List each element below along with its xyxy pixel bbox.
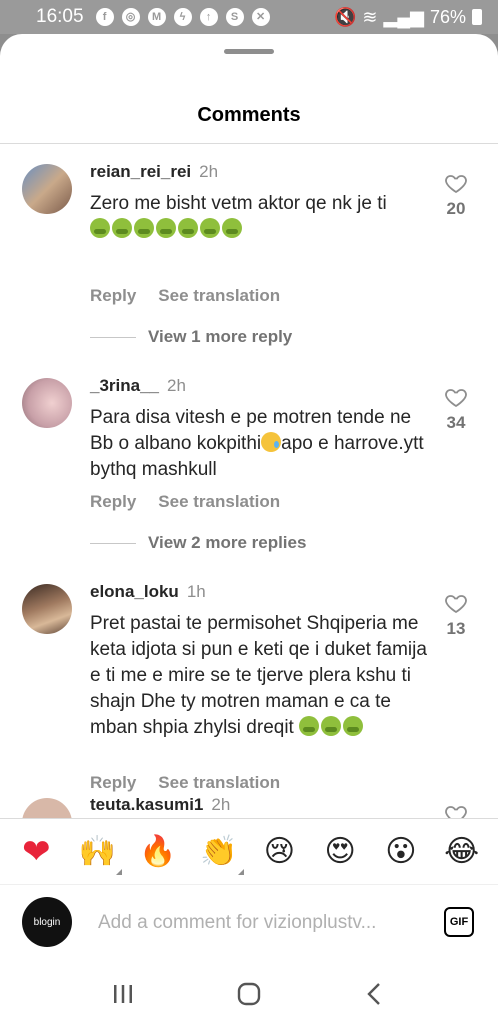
gif-icon: GIF [449,916,469,928]
back-button[interactable] [355,974,395,1014]
heart-icon[interactable] [444,802,468,818]
my-avatar[interactable]: blogin [22,897,72,947]
reply-button[interactable]: Reply [90,492,136,512]
view-replies-label: View 1 more reply [148,327,293,346]
view-replies-button[interactable]: View 1 more reply [90,327,292,347]
clapping-hands-reaction[interactable]: 👏 [199,833,244,875]
battery-icon [472,9,482,25]
fire-icon: 🔥 [139,834,177,869]
heart-eyes-icon: 😍 [324,834,356,869]
signal-icon: ▂▄▆ [383,6,424,27]
gmail-icon: M [147,8,166,26]
vomiting-face-icon [222,218,242,238]
see-translation-button[interactable]: See translation [158,286,280,306]
comment-time: 2h [167,376,186,395]
skin-tone-indicator [237,868,244,875]
mute-icon: 🔇 [334,6,357,27]
close-box-icon: ✕ [251,8,270,26]
vomiting-face-icon [200,218,220,238]
crying-face-icon: 😢 [263,834,296,869]
wifi-icon: ≋ [362,6,378,27]
comments-sheet: Comments reian_rei_rei 2h Zero me bisht v… [0,34,498,1024]
reply-button[interactable]: Reply [90,773,136,793]
battery-percent: 76% [429,6,466,27]
comment-list[interactable]: reian_rei_rei 2h Zero me bisht vetm aktor… [0,144,498,818]
astonished-face-icon: 😮 [385,834,417,869]
see-translation-button[interactable]: See translation [158,492,280,512]
vomiting-face-icon [112,218,132,238]
raising-hands-icon: 🙌 [78,834,116,869]
heart-icon[interactable] [444,171,468,195]
skin-tone-indicator [116,868,123,875]
like-count: 20 [446,199,466,218]
comment-composer: blogin GIF [0,884,498,964]
red-heart-reaction[interactable]: ❤ [17,833,55,871]
recent-apps-button[interactable] [103,974,143,1014]
avatar-logo-text: blogin [33,916,61,928]
tears-of-joy-icon: 😂 [444,834,480,869]
upload-icon: ↑ [199,8,218,26]
system-icons: 🔇 ≋ ▂▄▆ 76% [334,7,482,28]
heart-icon[interactable] [444,385,468,409]
facebook-icon: f [95,8,114,26]
system-nav-bar [0,964,498,1024]
view-replies-line [90,542,136,544]
tears-of-joy-reaction[interactable]: 😂 [443,833,481,871]
vomiting-face-icon [178,218,198,238]
comment-username[interactable]: teuta.kasumi1 [90,795,203,814]
avatar[interactable] [22,164,72,214]
comment-input[interactable] [98,909,424,937]
astonished-face-reaction[interactable]: 😮 [382,833,420,871]
avatar[interactable] [22,798,72,818]
vomiting-face-icon [321,716,342,736]
vomiting-face-icon [343,716,364,736]
comment-time: 1h [186,582,206,601]
comment-username[interactable]: elona_loku [90,582,179,601]
home-button[interactable] [229,974,269,1014]
comment-text: Para disa vitesh e pe motren tende ne Bb… [90,407,424,480]
crying-face-reaction[interactable]: 😢 [260,833,298,871]
heart-icon[interactable] [444,591,468,615]
shazam-icon: S [225,8,244,26]
reply-button[interactable]: Reply [90,286,136,306]
fire-reaction[interactable]: 🔥 [139,833,177,871]
sheet-title: Comments [197,104,301,126]
comment-text: Pret pastai te permisohet Shqiperia me k… [90,613,427,738]
notification-icons: f ◎ M ϟ ↑ S ✕ [95,8,270,26]
quick-reactions-bar: ❤ 🙌 🔥 👏 😢 😍 😮 😂 [0,818,498,884]
see-translation-button[interactable]: See translation [158,773,280,793]
status-time: 16:05 [36,6,84,27]
comment-text: Zero me bisht vetm aktor qe nk je ti [90,191,430,243]
crying-face-icon [261,432,282,452]
nauseated-face-icon [90,218,110,238]
vomiting-face-icon [156,218,176,238]
view-replies-line [90,336,136,338]
instagram-icon: ◎ [121,8,140,26]
gif-button[interactable]: GIF [444,907,474,937]
home-icon [237,982,261,1006]
like-count: 13 [446,619,466,638]
comment-username[interactable]: reian_rei_rei [90,162,191,181]
messenger-icon: ϟ [173,8,192,26]
recent-apps-icon [114,985,132,1003]
status-bar: 16:05 f ◎ M ϟ ↑ S ✕ 🔇 ≋ ▂▄▆ 76% [0,0,498,34]
avatar[interactable] [22,584,72,634]
raising-hands-reaction[interactable]: 🙌 [78,833,123,875]
avatar[interactable] [22,378,72,428]
clapping-hands-icon: 👏 [199,834,238,869]
view-replies-label: View 2 more replies [148,533,307,552]
view-replies-button[interactable]: View 2 more replies [90,533,306,553]
comment-time: 2h [199,162,219,181]
vomiting-face-icon [299,716,320,736]
red-heart-icon: ❤ [22,831,51,872]
drag-handle[interactable] [224,49,274,54]
back-icon [367,983,380,1005]
comment-username[interactable]: _3rina__ [90,376,159,395]
like-count: 34 [446,413,466,432]
heart-eyes-reaction[interactable]: 😍 [321,833,359,871]
comment-time: 2h [211,795,231,814]
vomiting-face-icon [134,218,154,238]
